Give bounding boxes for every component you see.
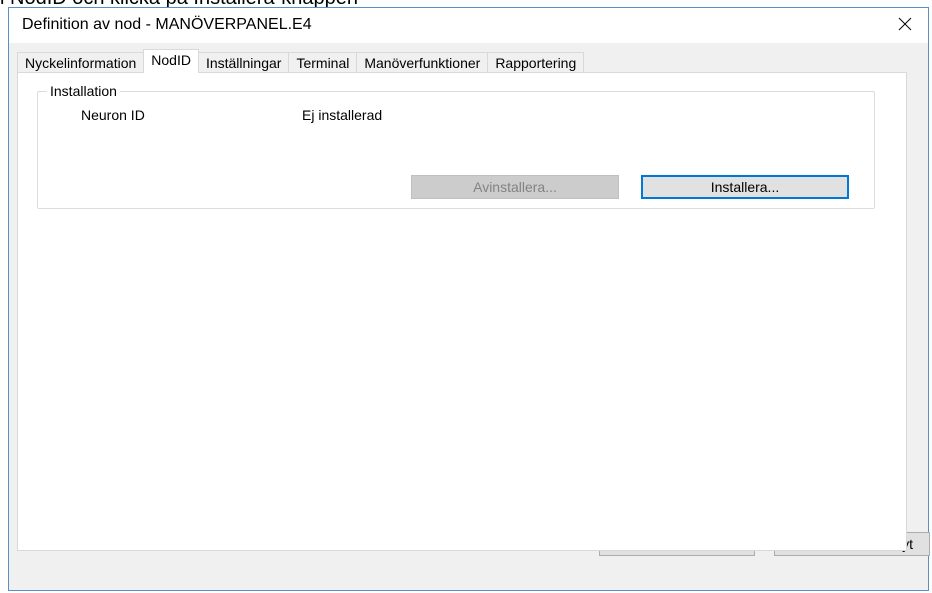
neuron-id-value: Ej installerad <box>302 107 383 123</box>
tab-manoverfunktioner[interactable]: Manöverfunktioner <box>356 52 489 73</box>
close-icon <box>898 17 912 31</box>
installation-group-label: Installation <box>47 82 120 100</box>
close-button[interactable] <box>882 8 928 40</box>
tab-rapportering[interactable]: Rapportering <box>487 52 585 73</box>
tab-strip: Nyckelinformation NodID Inställningar Te… <box>17 49 585 73</box>
tab-nyckelinformation[interactable]: Nyckelinformation <box>17 52 145 73</box>
tab-nodid[interactable]: NodID <box>143 49 199 73</box>
neuron-id-label: Neuron ID <box>81 107 145 123</box>
page: i NodID och klicka på Installera-knappen… <box>0 0 932 593</box>
tab-installningar[interactable]: Inställningar <box>197 52 290 73</box>
dialog-body: Nyckelinformation NodID Inställningar Te… <box>9 43 928 590</box>
install-button[interactable]: Installera... <box>641 175 849 199</box>
installation-groupbox: Installation Neuron ID Ej installerad Av… <box>37 82 875 209</box>
title-bar: Definition av nod - MANÖVERPANEL.E4 <box>9 8 928 43</box>
node-definition-dialog: Definition av nod - MANÖVERPANEL.E4 Nyck… <box>8 7 930 591</box>
tab-terminal[interactable]: Terminal <box>288 52 358 73</box>
nodid-tab-panel: Installation Neuron ID Ej installerad Av… <box>17 72 907 551</box>
uninstall-button[interactable]: Avinstallera... <box>411 175 619 199</box>
dialog-title: Definition av nod - MANÖVERPANEL.E4 <box>22 16 312 33</box>
